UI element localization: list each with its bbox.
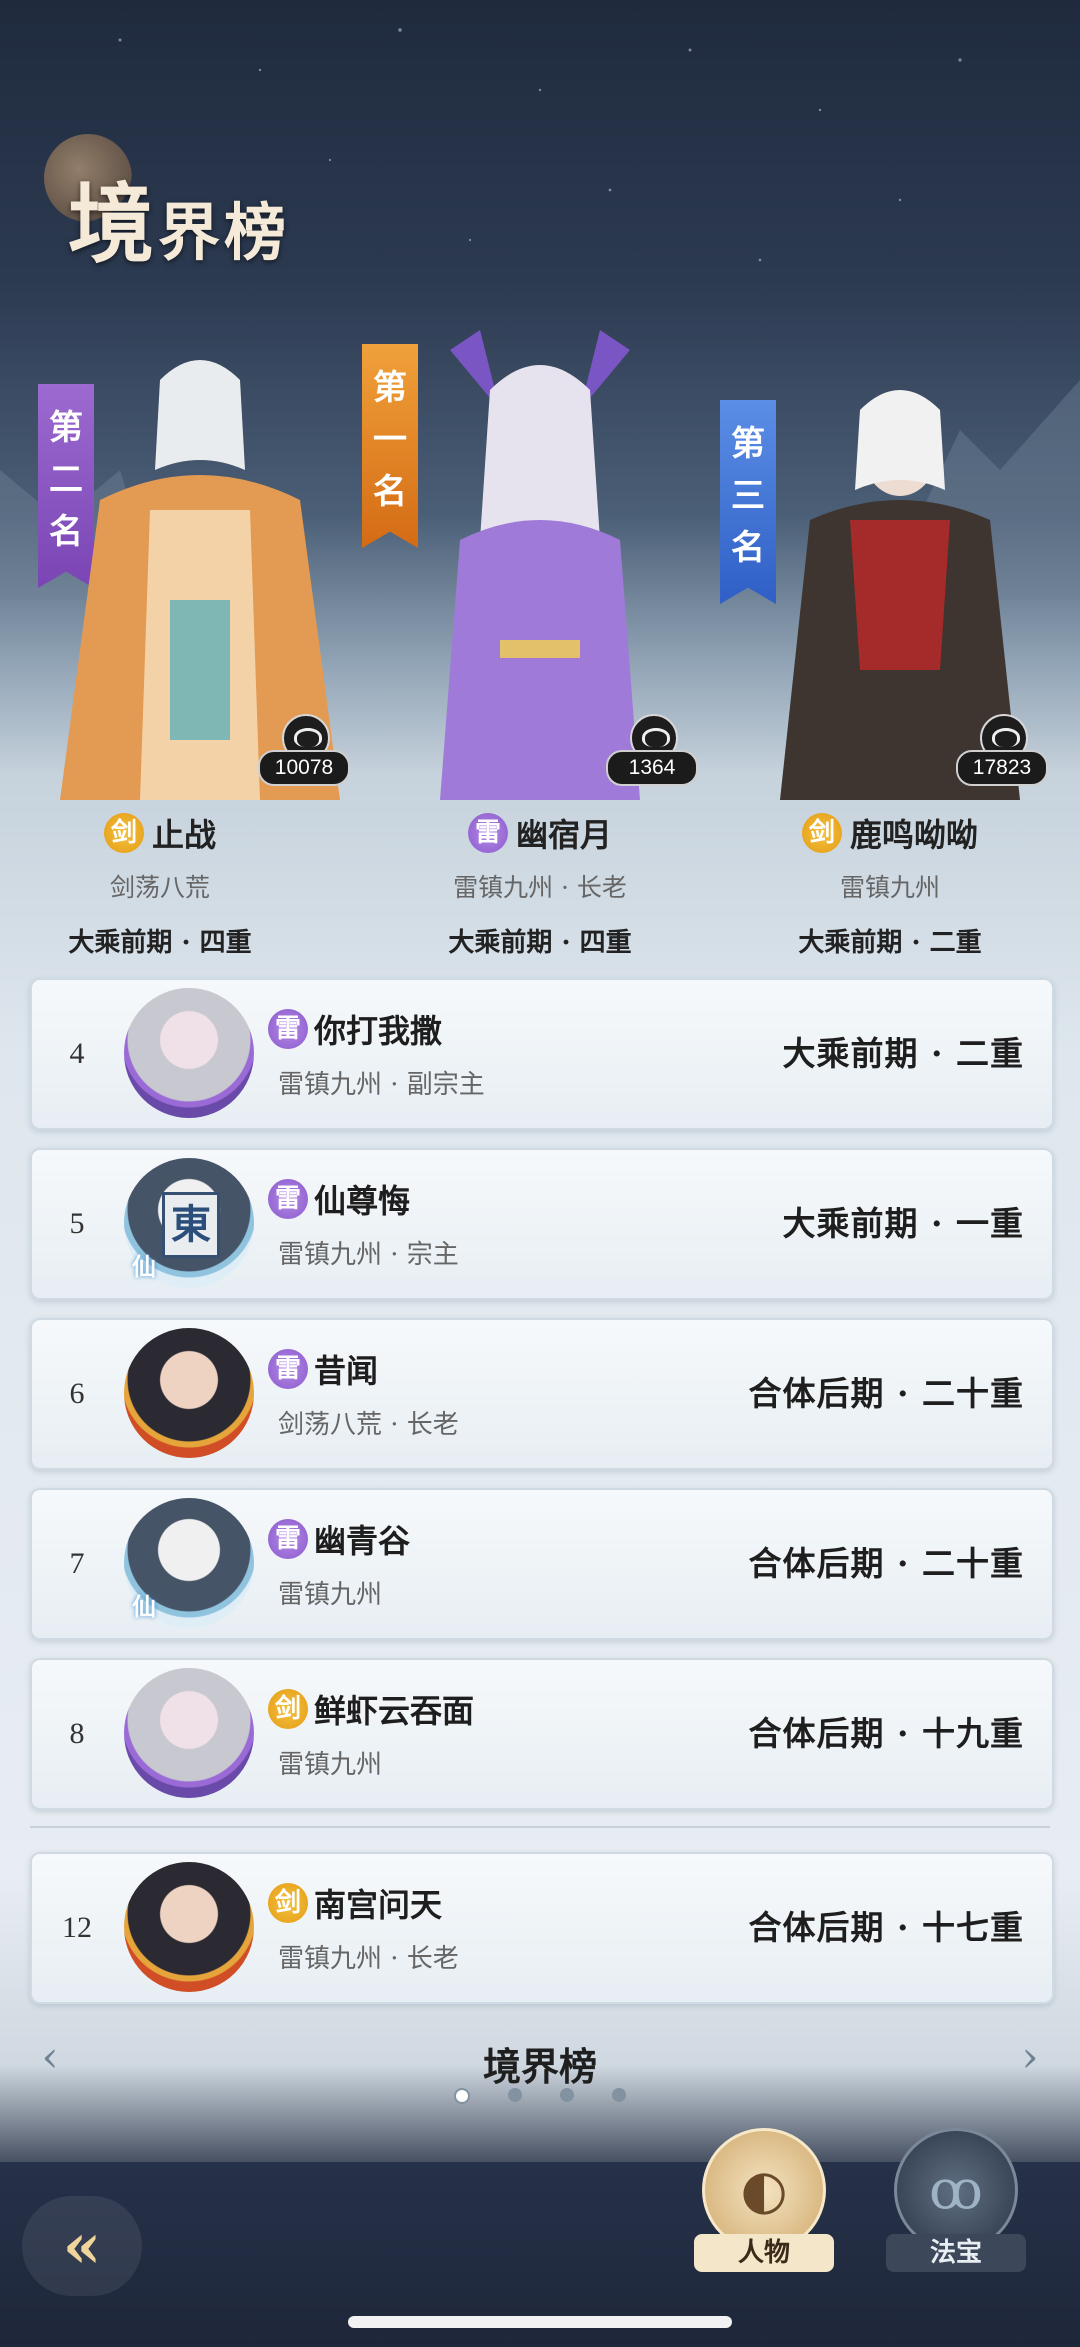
gourd-icon: ꝏ bbox=[929, 2158, 983, 2221]
player-sect: 雷镇九州 · 长老 bbox=[278, 1944, 459, 1974]
list-item[interactable]: 8 剑鲜虾云吞面 雷镇九州 合体后期 · 十九重 bbox=[30, 1658, 1054, 1810]
score-badge: 17823 bbox=[956, 714, 1048, 788]
podium-info: 剑鹿鸣呦呦 雷镇九州 大乘前期 · 二重 bbox=[730, 810, 1050, 959]
rank-number: 8 bbox=[69, 1717, 85, 1750]
player-realm: 大乘前期 · 四重 bbox=[448, 928, 632, 958]
player-realm: 合体后期 · 十九重 bbox=[748, 1714, 1024, 1753]
sect-badge: 剑 bbox=[268, 1689, 308, 1729]
player-name: 南宫问天 bbox=[314, 1886, 443, 1924]
page-dot[interactable] bbox=[560, 2088, 574, 2102]
avatar[interactable] bbox=[124, 1668, 254, 1798]
pager-label: 境界榜 bbox=[482, 2044, 597, 2089]
sect-badge: 剑 bbox=[268, 1883, 308, 1923]
avatar[interactable] bbox=[124, 988, 254, 1118]
sect-badge: 剑 bbox=[103, 813, 144, 853]
avatar-glyph: 東 bbox=[162, 1192, 220, 1258]
rank-number: 4 bbox=[69, 1037, 85, 1070]
player-realm: 大乘前期 · 一重 bbox=[782, 1204, 1024, 1243]
sect-badge: 雷 bbox=[268, 1179, 308, 1219]
rank-number: 12 bbox=[62, 1911, 92, 1944]
player-realm: 合体后期 · 二十重 bbox=[748, 1544, 1024, 1583]
immortal-tag: 仙 bbox=[132, 1252, 156, 1281]
podium-info: 雷幽宿月 雷镇九州 · 长老 大乘前期 · 四重 bbox=[380, 810, 700, 959]
player-realm: 合体后期 · 二十重 bbox=[748, 1374, 1024, 1413]
avatar[interactable]: 東 仙 bbox=[124, 1158, 254, 1288]
score-badge: 1364 bbox=[606, 714, 698, 788]
sect-badge: 雷 bbox=[268, 1349, 308, 1389]
player-sect: 剑荡八荒 · 长老 bbox=[278, 1410, 459, 1440]
list-item[interactable]: 5 東 仙 雷仙尊悔 雷镇九州 · 宗主 大乘前期 · 一重 bbox=[30, 1148, 1054, 1300]
player-realm: 合体后期 · 十七重 bbox=[748, 1908, 1024, 1947]
sect-badge: 雷 bbox=[268, 1519, 308, 1559]
tab-label: 法宝 bbox=[886, 2234, 1026, 2272]
player-sect: 雷镇九州 · 长老 bbox=[453, 873, 627, 902]
list-item[interactable]: 7 仙 雷幽青谷 雷镇九州 合体后期 · 二十重 bbox=[30, 1488, 1054, 1640]
player-sect: 剑荡八荒 bbox=[109, 873, 210, 902]
player-name: 你打我撒 bbox=[314, 1012, 443, 1050]
player-realm: 大乘前期 · 四重 bbox=[68, 928, 252, 958]
rank-number: 7 bbox=[69, 1547, 85, 1580]
page-dot[interactable] bbox=[454, 2088, 470, 2104]
tab-treasure[interactable]: ꝏ 法宝 bbox=[886, 2128, 1026, 2272]
page-indicator bbox=[454, 2088, 626, 2104]
player-sect: 雷镇九州 bbox=[278, 1750, 383, 1780]
player-name: 止战 bbox=[151, 816, 216, 854]
sect-badge: 雷 bbox=[268, 1009, 308, 1049]
podium: 第 二 名 10078 剑止战 剑荡八荒 大乘前期 · 四重 第 一 名 136… bbox=[0, 0, 1080, 960]
sect-badge: 雷 bbox=[467, 813, 508, 853]
player-realm: 大乘前期 · 二重 bbox=[782, 1034, 1024, 1073]
character-icon: ◐ bbox=[740, 2158, 788, 2221]
rank-number: 6 bbox=[69, 1377, 85, 1410]
player-sect: 雷镇九州 · 宗主 bbox=[278, 1240, 459, 1270]
player-sect: 雷镇九州 · 副宗主 bbox=[278, 1070, 485, 1100]
list-item[interactable]: 4 雷你打我撒 雷镇九州 · 副宗主 大乘前期 · 二重 bbox=[30, 978, 1054, 1130]
player-name: 鹿鸣呦呦 bbox=[849, 816, 978, 854]
avatar[interactable] bbox=[124, 1862, 254, 1992]
player-sect: 雷镇九州 bbox=[278, 1580, 383, 1610]
sect-badge: 剑 bbox=[801, 813, 842, 853]
tab-label: 人物 bbox=[694, 2234, 834, 2272]
page-dot[interactable] bbox=[508, 2088, 522, 2102]
podium-info: 剑止战 剑荡八荒 大乘前期 · 四重 bbox=[0, 810, 320, 959]
score-badge: 10078 bbox=[258, 714, 350, 788]
immortal-tag: 仙 bbox=[132, 1592, 156, 1621]
player-name: 仙尊悔 bbox=[314, 1182, 411, 1220]
avatar[interactable] bbox=[124, 1328, 254, 1458]
list-item[interactable]: 6 雷昔闻 剑荡八荒 · 长老 合体后期 · 二十重 bbox=[30, 1318, 1054, 1470]
player-realm: 大乘前期 · 二重 bbox=[798, 928, 982, 958]
tab-character[interactable]: ◐ 人物 bbox=[694, 2128, 834, 2272]
player-name: 鲜虾云吞面 bbox=[314, 1692, 475, 1730]
player-sect: 雷镇九州 bbox=[839, 873, 940, 902]
self-list-item[interactable]: 12 剑南宫问天 雷镇九州 · 长老 合体后期 · 十七重 bbox=[30, 1852, 1054, 2004]
player-name: 幽青谷 bbox=[314, 1522, 411, 1560]
avatar[interactable]: 仙 bbox=[124, 1498, 254, 1628]
player-name: 幽宿月 bbox=[515, 816, 612, 854]
divider bbox=[30, 1826, 1050, 1828]
chevron-right-icon[interactable]: › bbox=[1010, 2032, 1050, 2082]
player-name: 昔闻 bbox=[314, 1352, 379, 1390]
back-arrow-icon[interactable]: « bbox=[22, 2196, 142, 2296]
rank-number: 5 bbox=[69, 1207, 85, 1240]
home-indicator[interactable] bbox=[348, 2316, 732, 2328]
page-dot[interactable] bbox=[612, 2088, 626, 2102]
leaderboard-pager: ‹ 境界榜 › bbox=[0, 2022, 1080, 2142]
